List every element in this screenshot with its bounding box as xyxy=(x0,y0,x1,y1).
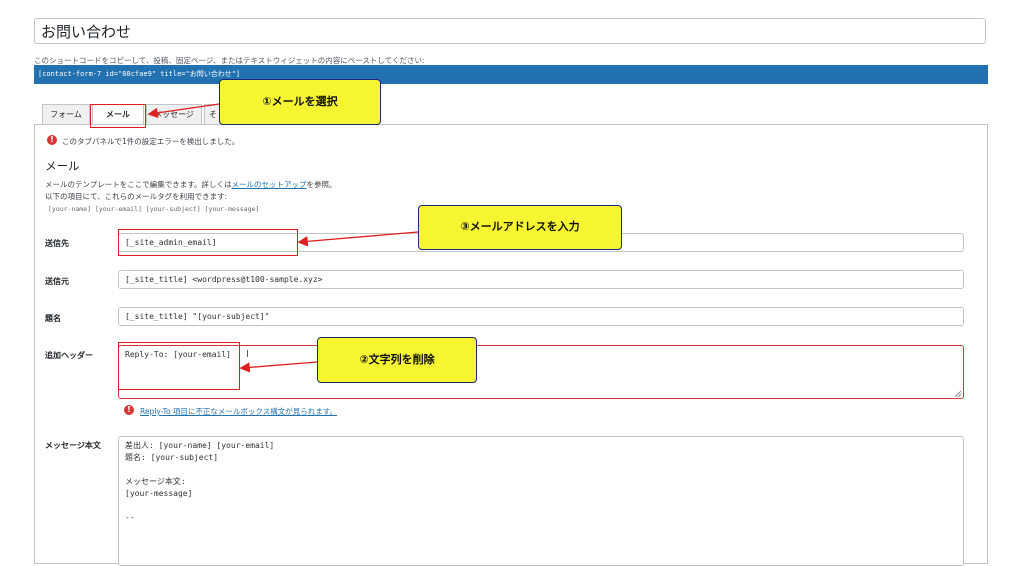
arrow-step1 xyxy=(147,103,220,119)
arrow-step2 xyxy=(239,361,318,373)
annotation-arrows xyxy=(147,103,419,373)
arrow-step3 xyxy=(297,231,419,247)
